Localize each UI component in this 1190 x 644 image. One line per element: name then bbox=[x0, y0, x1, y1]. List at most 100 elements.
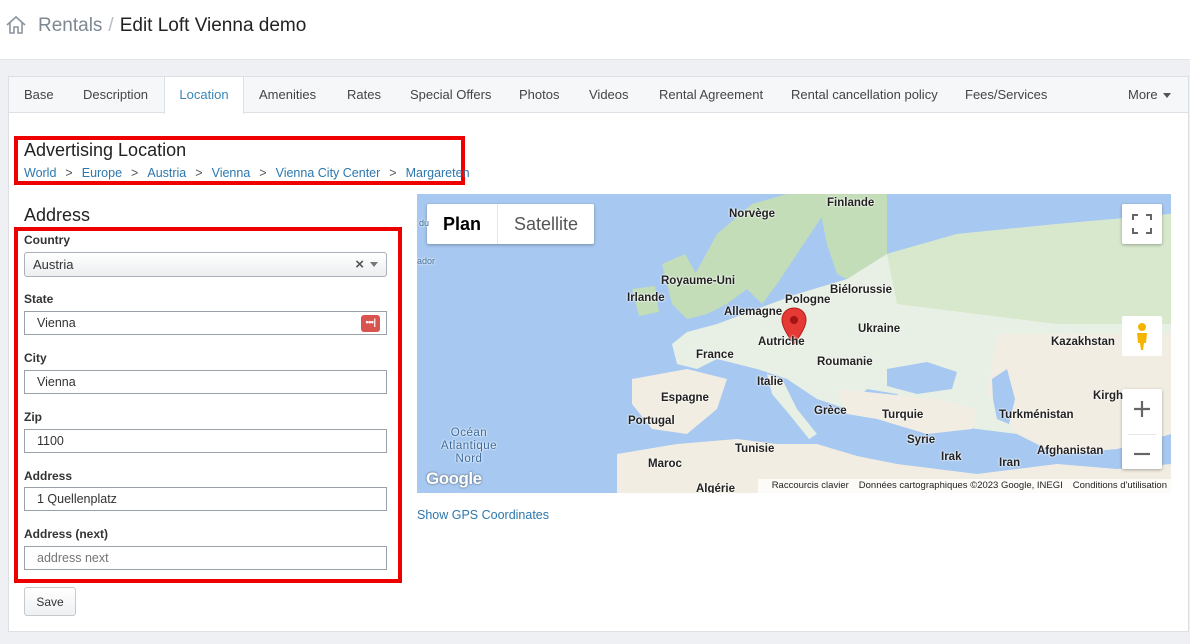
map-label: Océan bbox=[450, 427, 488, 439]
map-label: Afghanistan bbox=[1037, 445, 1104, 457]
tab-more-label: More bbox=[1128, 87, 1158, 102]
city-field[interactable]: Vienna bbox=[24, 370, 387, 394]
map-label: Kazakhstan bbox=[1051, 336, 1115, 348]
tab-special-offers[interactable]: Special Offers bbox=[410, 77, 491, 113]
map-label: Roumanie bbox=[817, 356, 873, 368]
map-label: Royaume-Uni bbox=[661, 275, 736, 287]
caret-down-icon bbox=[1162, 93, 1171, 99]
tab-bar: Base Description Location Amenities Rate… bbox=[9, 77, 1188, 114]
breadcrumb-separator: / bbox=[108, 15, 114, 36]
location-crumb-world[interactable]: World bbox=[24, 166, 56, 180]
map-label: Norvège bbox=[729, 208, 776, 220]
map-label: Irlande bbox=[627, 292, 665, 304]
location-crumb-europe[interactable]: Europe bbox=[82, 166, 122, 180]
map-attribution: Raccourcis clavier Données cartographique… bbox=[757, 479, 1171, 493]
map-label: France bbox=[696, 349, 734, 361]
chevron-down-icon[interactable] bbox=[370, 262, 378, 267]
edit-panel: Base Description Location Amenities Rate… bbox=[8, 76, 1189, 632]
home-icon[interactable] bbox=[5, 14, 27, 36]
page-title: Edit Loft Vienna demo bbox=[119, 15, 307, 36]
map-label: Maroc bbox=[648, 458, 682, 470]
show-gps-coordinates-link[interactable]: Show GPS Coordinates bbox=[417, 508, 549, 522]
save-button[interactable]: Save bbox=[24, 587, 76, 616]
map-label: Pologne bbox=[785, 294, 831, 306]
map-label: ador bbox=[417, 256, 436, 266]
crumb-separator: > bbox=[195, 166, 203, 180]
map-label: Irak bbox=[941, 451, 962, 463]
map-type-toggle: Plan Satellite bbox=[427, 204, 595, 244]
state-label: State bbox=[24, 292, 54, 306]
crumb-separator: > bbox=[259, 166, 267, 180]
fullscreen-icon bbox=[1132, 214, 1152, 234]
tab-amenities[interactable]: Amenities bbox=[259, 77, 316, 113]
map-label: Finlande bbox=[827, 197, 875, 209]
location-crumb-vienna[interactable]: Vienna bbox=[212, 166, 251, 180]
crumb-separator: > bbox=[131, 166, 139, 180]
map-view[interactable]: Plan Satellite Finlande Norvège du ador … bbox=[417, 194, 1171, 493]
location-breadcrumb: World > Europe > Austria > Vienna > Vienna City … bbox=[24, 166, 470, 180]
address-next-label: Address (next) bbox=[24, 527, 109, 541]
location-crumb-vienna-city-center[interactable]: Vienna City Center bbox=[276, 166, 381, 180]
state-field[interactable]: Vienna •••| bbox=[24, 311, 387, 335]
tab-description[interactable]: Description bbox=[83, 77, 148, 113]
tab-videos[interactable]: Videos bbox=[589, 77, 629, 113]
country-select[interactable]: Austria × bbox=[24, 252, 387, 277]
tab-rental-cancellation-policy[interactable]: Rental cancellation policy bbox=[791, 77, 938, 113]
tab-location[interactable]: Location bbox=[164, 77, 244, 114]
map-label: Espagne bbox=[661, 392, 709, 404]
street-view-button[interactable] bbox=[1122, 316, 1162, 356]
map-label: Kirgh bbox=[1093, 390, 1124, 402]
password-manager-icon[interactable]: •••| bbox=[361, 315, 380, 332]
zoom-control bbox=[1122, 389, 1162, 469]
zip-label: Zip bbox=[24, 410, 42, 424]
crumb-separator: > bbox=[389, 166, 397, 180]
map-label: Syrie bbox=[907, 434, 936, 446]
advertising-location-title: Advertising Location bbox=[24, 140, 187, 160]
map-label: Iran bbox=[999, 457, 1021, 469]
location-crumb-austria[interactable]: Austria bbox=[147, 166, 186, 180]
address-label: Address bbox=[24, 469, 73, 483]
map-label: Ukraine bbox=[858, 323, 901, 335]
keyboard-shortcuts-link[interactable]: Raccourcis clavier bbox=[772, 480, 849, 491]
clear-icon[interactable]: × bbox=[355, 253, 364, 276]
terms-link[interactable]: Conditions d'utilisation bbox=[1073, 480, 1167, 491]
google-logo[interactable]: Google bbox=[426, 469, 482, 489]
zoom-out-icon[interactable] bbox=[1122, 435, 1162, 474]
map-label: Turquie bbox=[882, 409, 924, 421]
city-label: City bbox=[24, 351, 47, 365]
tab-rental-agreement[interactable]: Rental Agreement bbox=[659, 77, 763, 113]
city-value: Vienna bbox=[37, 375, 76, 389]
map-type-satellite-button[interactable]: Satellite bbox=[497, 204, 594, 244]
zoom-in-icon[interactable] bbox=[1122, 389, 1162, 429]
map-data-text: Données cartographiques ©2023 Google, IN… bbox=[858, 480, 1063, 491]
breadcrumb-rentals-link[interactable]: Rentals bbox=[38, 15, 102, 36]
tab-more-dropdown[interactable]: More bbox=[1128, 77, 1171, 113]
fullscreen-button[interactable] bbox=[1122, 204, 1162, 244]
map-label: Turkménistan bbox=[999, 409, 1074, 421]
address-next-field[interactable] bbox=[24, 546, 387, 570]
breadcrumb: Rentals / Edit Loft Vienna demo bbox=[38, 15, 306, 37]
pegman-icon bbox=[1137, 323, 1147, 350]
tab-rates[interactable]: Rates bbox=[347, 77, 381, 113]
state-value: Vienna bbox=[37, 316, 76, 330]
map-label: Allemagne bbox=[724, 306, 783, 318]
map-label: Grèce bbox=[814, 405, 847, 417]
zip-field[interactable]: 1100 bbox=[24, 429, 387, 453]
location-crumb-margareten[interactable]: Margareten bbox=[406, 166, 470, 180]
map-label: du bbox=[419, 218, 430, 228]
map-label: Biélorussie bbox=[830, 284, 892, 296]
map-type-plan-button[interactable]: Plan bbox=[427, 204, 497, 244]
address-field[interactable]: 1 Quellenplatz bbox=[24, 487, 387, 511]
map-label: Atlantique bbox=[440, 440, 498, 452]
country-value: Austria bbox=[33, 257, 74, 272]
map-label: Algérie bbox=[696, 483, 735, 493]
zip-value: 1100 bbox=[37, 434, 64, 448]
address-value: 1 Quellenplatz bbox=[37, 492, 117, 506]
country-label: Country bbox=[24, 233, 70, 247]
map-label: Portugal bbox=[628, 415, 675, 427]
tab-fees-services[interactable]: Fees/Services bbox=[965, 77, 1047, 113]
map-label: Italie bbox=[757, 376, 784, 388]
tab-base[interactable]: Base bbox=[24, 77, 54, 113]
tab-photos[interactable]: Photos bbox=[519, 77, 559, 113]
map-label: Autriche bbox=[758, 336, 805, 348]
